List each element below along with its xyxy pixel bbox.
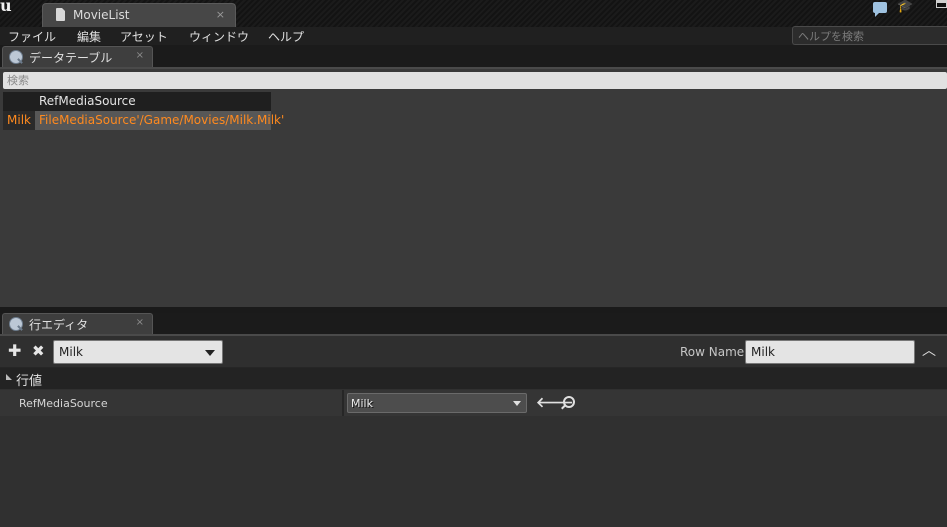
property-name: RefMediaSource	[19, 397, 108, 410]
row-name-input[interactable]: Milk	[745, 340, 915, 364]
column-splitter[interactable]	[342, 390, 344, 416]
menu-edit[interactable]: 編集	[77, 28, 101, 45]
data-table-grid: RefMediaSource Milk FileMediaSource'/Gam…	[3, 92, 284, 130]
menu-asset[interactable]: アセット	[120, 28, 168, 45]
asset-picker-combo[interactable]: Milk	[347, 393, 527, 413]
window-restore-icon[interactable]	[936, 0, 947, 8]
document-tab-movielist[interactable]: MovieList ×	[42, 3, 236, 27]
data-table-asset-icon	[56, 8, 65, 21]
menu-help[interactable]: ヘルプ	[268, 28, 304, 45]
data-table-panel: 検索 RefMediaSource Milk FileMediaSource'/…	[0, 69, 947, 307]
help-search-input[interactable]: ヘルプを検索	[792, 26, 947, 45]
row-editor-tabstrip: 行エディタ ×	[0, 313, 947, 334]
tab-label: データテーブル	[29, 51, 113, 65]
data-table-search-input[interactable]: 検索	[3, 72, 947, 89]
title-bar: u MovieList × 🎓	[0, 0, 947, 27]
document-tab-label: MovieList	[73, 8, 130, 22]
magnifier-icon[interactable]	[560, 396, 575, 410]
selected-row-value: Milk	[59, 345, 83, 359]
row-selector-combo[interactable]: Milk	[53, 340, 223, 364]
graduation-cap-icon[interactable]: 🎓	[897, 0, 915, 14]
unreal-logo-icon[interactable]: u	[0, 0, 22, 14]
magnifier-info-icon	[9, 317, 23, 331]
data-table-tabstrip: データテーブル ×	[0, 45, 947, 67]
row-value-cell[interactable]: FileMediaSource'/Game/Movies/Milk.Milk'	[39, 113, 284, 127]
magnifier-info-icon	[9, 50, 23, 64]
arrow-left-icon[interactable]: 🡐	[536, 396, 574, 410]
property-row: RefMediaSource Milk 🡐	[0, 390, 947, 416]
table-header: RefMediaSource	[3, 92, 271, 111]
close-icon[interactable]: ×	[136, 317, 144, 328]
tab-data-table[interactable]: データテーブル ×	[2, 46, 153, 67]
close-icon[interactable]: ×	[216, 8, 225, 21]
expand-triangle-icon[interactable]	[6, 374, 12, 380]
row-key-cell[interactable]: Milk	[3, 111, 35, 130]
category-label: 行値	[16, 374, 43, 389]
chevron-up-icon[interactable]: ︿	[922, 344, 936, 358]
menu-file[interactable]: ファイル	[8, 28, 56, 45]
column-header[interactable]: RefMediaSource	[39, 94, 136, 108]
close-icon[interactable]: ×	[136, 50, 144, 61]
delete-row-button[interactable]: ✖	[32, 343, 45, 359]
menu-window[interactable]: ウィンドウ	[189, 28, 249, 45]
row-editor-toolbar: ✚ ✖ Milk Row Name: Milk ︿	[0, 336, 947, 368]
tab-row-editor[interactable]: 行エディタ ×	[2, 313, 153, 334]
row-name-label: Row Name:	[680, 345, 749, 359]
category-header-row-values[interactable]: 行値	[0, 368, 947, 389]
chevron-down-icon	[513, 401, 521, 406]
add-row-button[interactable]: ✚	[8, 343, 21, 359]
table-row[interactable]: Milk FileMediaSource'/Game/Movies/Milk.M…	[3, 111, 284, 130]
chevron-down-icon	[205, 350, 215, 356]
chat-icon[interactable]	[873, 2, 887, 17]
asset-picker-value: Milk	[351, 397, 373, 410]
tab-label: 行エディタ	[29, 318, 89, 332]
